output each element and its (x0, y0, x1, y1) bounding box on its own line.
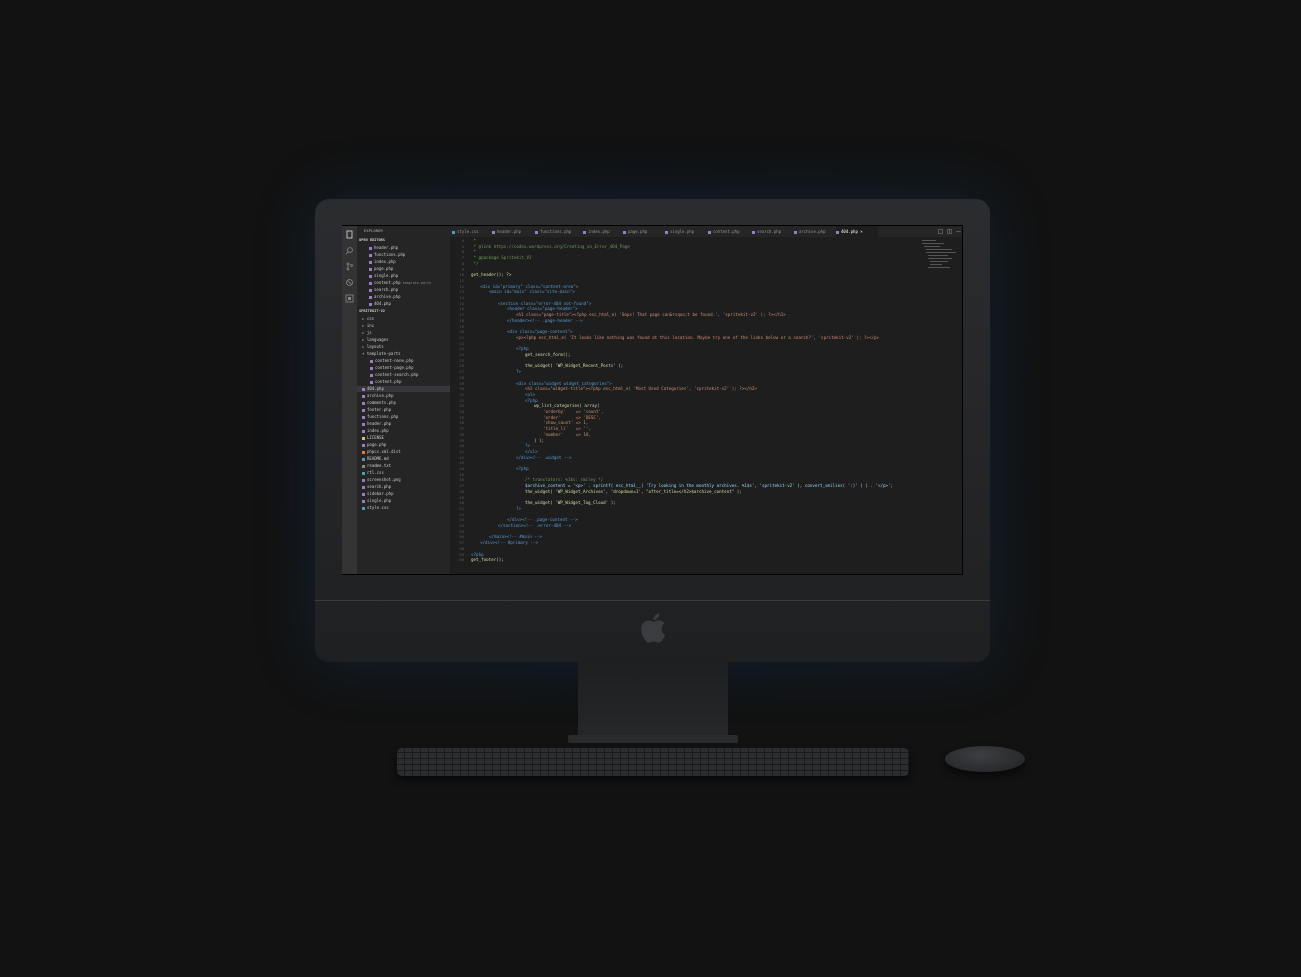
explorer-sidebar: EXPLORER OPEN EDITORS header.php functio… (357, 226, 450, 574)
file-item[interactable]: screenshot.png (362, 477, 401, 483)
extensions-icon[interactable] (345, 294, 354, 303)
code-editor[interactable]: * * @link https://codex.wordpress.org/Cr… (471, 238, 921, 574)
tab-search-php[interactable]: search.php (752, 226, 794, 237)
code-line: * @link https://codex.wordpress.org/Crea… (471, 243, 630, 249)
tab-functions-php[interactable]: functions.php (535, 226, 583, 237)
line-number-gutter: 4 5 6 7 8 9 10 11 12 13 14 15 16 17 18 19 20 21 22 23 24 25 26… (450, 238, 466, 574)
apple-logo-icon (641, 613, 666, 643)
code-line: </header><!-- .page-header --> (507, 317, 583, 323)
line-number: 60 (459, 557, 464, 563)
search-icon[interactable] (345, 246, 354, 255)
file-item[interactable]: phpcs.xml.dist (362, 449, 401, 455)
code-line: <h2 class="widget-title"><?php esc_html_… (525, 386, 757, 392)
code-line: the_widget( 'WP_Widget_Tag_Cloud' ); (525, 500, 616, 506)
vscode-window: EXPLORER OPEN EDITORS header.php functio… (342, 226, 962, 574)
file-item[interactable]: sidebar.php (362, 491, 394, 497)
file-item-active[interactable]: 404.php (362, 386, 384, 392)
imac-stand-base (568, 735, 738, 743)
code-line: ?> (516, 505, 522, 511)
file-item[interactable]: search.php (362, 484, 391, 490)
close-tab-icon[interactable]: × (860, 229, 862, 234)
folder-item[interactable]: ▾ template-parts (362, 351, 401, 357)
file-item[interactable]: LICENSE (362, 435, 384, 441)
debug-icon[interactable] (345, 278, 354, 287)
file-item[interactable]: content-search.php (370, 372, 418, 378)
code-line: get_header(); ?> (471, 272, 512, 278)
code-line: */ (471, 260, 479, 266)
keyboard (397, 748, 909, 776)
file-item[interactable]: index.php (362, 428, 389, 434)
file-item[interactable]: style.css (362, 505, 389, 511)
open-editor-item[interactable]: 404.php (369, 301, 391, 307)
open-editor-item[interactable]: index.php (369, 259, 396, 265)
code-line: the_widget( 'WP_Widget_Archives', 'dropd… (525, 488, 742, 494)
code-line: </div><!-- #primary --> (480, 540, 538, 546)
tab-archive-php[interactable]: archive.php (794, 226, 836, 237)
activity-bar (342, 226, 357, 574)
code-line: </section><!-- .error-404 --> (498, 523, 572, 528)
folder-item[interactable]: ▸ layouts (362, 344, 384, 350)
code-line: get_footer(); (471, 557, 504, 563)
folder-item[interactable]: ▸ inc (362, 323, 374, 329)
code-line: <?php (516, 466, 529, 471)
file-item[interactable]: readme.txt (362, 463, 391, 469)
explorer-title: EXPLORER (364, 229, 383, 233)
open-editor-item[interactable]: page.php (369, 266, 393, 272)
chin-divider (315, 600, 990, 601)
code-line: ?> (516, 369, 522, 375)
open-editor-item[interactable]: content.php template-parts (369, 280, 431, 287)
open-editor-item[interactable]: archive.php (369, 294, 401, 300)
file-item[interactable]: single.php (362, 498, 391, 504)
file-item[interactable]: README.md (362, 456, 389, 462)
open-editor-item[interactable]: header.php (369, 245, 398, 251)
files-icon[interactable] (345, 230, 354, 239)
source-control-icon[interactable] (345, 262, 354, 271)
folder-item[interactable]: ▸ languages (362, 337, 389, 343)
code-line: 'number' => 10, (543, 431, 591, 437)
file-item[interactable]: comments.php (362, 400, 396, 406)
file-item[interactable]: header.php (362, 421, 391, 427)
code-line: ) ); (534, 437, 545, 443)
imac-stand (578, 662, 728, 740)
file-item[interactable]: content.php (370, 379, 402, 385)
file-item[interactable]: page.php (362, 442, 386, 448)
file-item[interactable]: content-none.php (370, 358, 414, 364)
folder-item[interactable]: ▸ css (362, 316, 374, 322)
file-item[interactable]: content-page.php (370, 365, 414, 371)
tab-page-php[interactable]: page.php (623, 226, 665, 237)
mouse (945, 746, 1025, 772)
editor-tabs: style.css header.php functions.php index… (450, 226, 962, 237)
open-editor-item[interactable]: search.php (369, 287, 398, 293)
code-line: get_search_form(); (525, 352, 571, 357)
project-header[interactable]: SPRITEKIT-V2 (359, 309, 385, 315)
code-line: * @package Spritekit_V2 (471, 255, 532, 261)
file-item[interactable]: rtl.css (362, 470, 384, 476)
compare-icon[interactable] (938, 229, 943, 234)
code-line: <main id="main" class="site-main"> (489, 289, 575, 295)
tab-content-php[interactable]: content.php (708, 226, 752, 237)
tab-404-php[interactable]: 404.php × (836, 226, 878, 237)
split-editor-icon[interactable] (947, 229, 952, 234)
file-item[interactable]: archive.php (362, 393, 394, 399)
minimap[interactable] (920, 238, 958, 298)
code-line: the_widget( 'WP_Widget_Recent_Posts' ); (525, 363, 624, 369)
file-item[interactable]: footer.php (362, 407, 391, 413)
file-item[interactable]: functions.php (362, 414, 398, 420)
more-actions-icon[interactable] (956, 229, 961, 234)
folder-item[interactable]: ▸ js (362, 330, 372, 336)
open-editor-item[interactable]: single.php (369, 273, 398, 279)
tab-header-php[interactable]: header.php (492, 226, 535, 237)
code-line: </div><!-- .widget --> (516, 454, 572, 460)
open-editor-item[interactable]: functions.php (369, 252, 405, 258)
tab-index-php[interactable]: index.php (583, 226, 623, 237)
code-line: <p><?php esc_html_e( 'It looks like noth… (516, 334, 880, 340)
tab-single-php[interactable]: single.php (665, 226, 708, 237)
tab-style-css[interactable]: style.css (452, 226, 492, 237)
open-editors-header[interactable]: OPEN EDITORS (359, 238, 385, 244)
